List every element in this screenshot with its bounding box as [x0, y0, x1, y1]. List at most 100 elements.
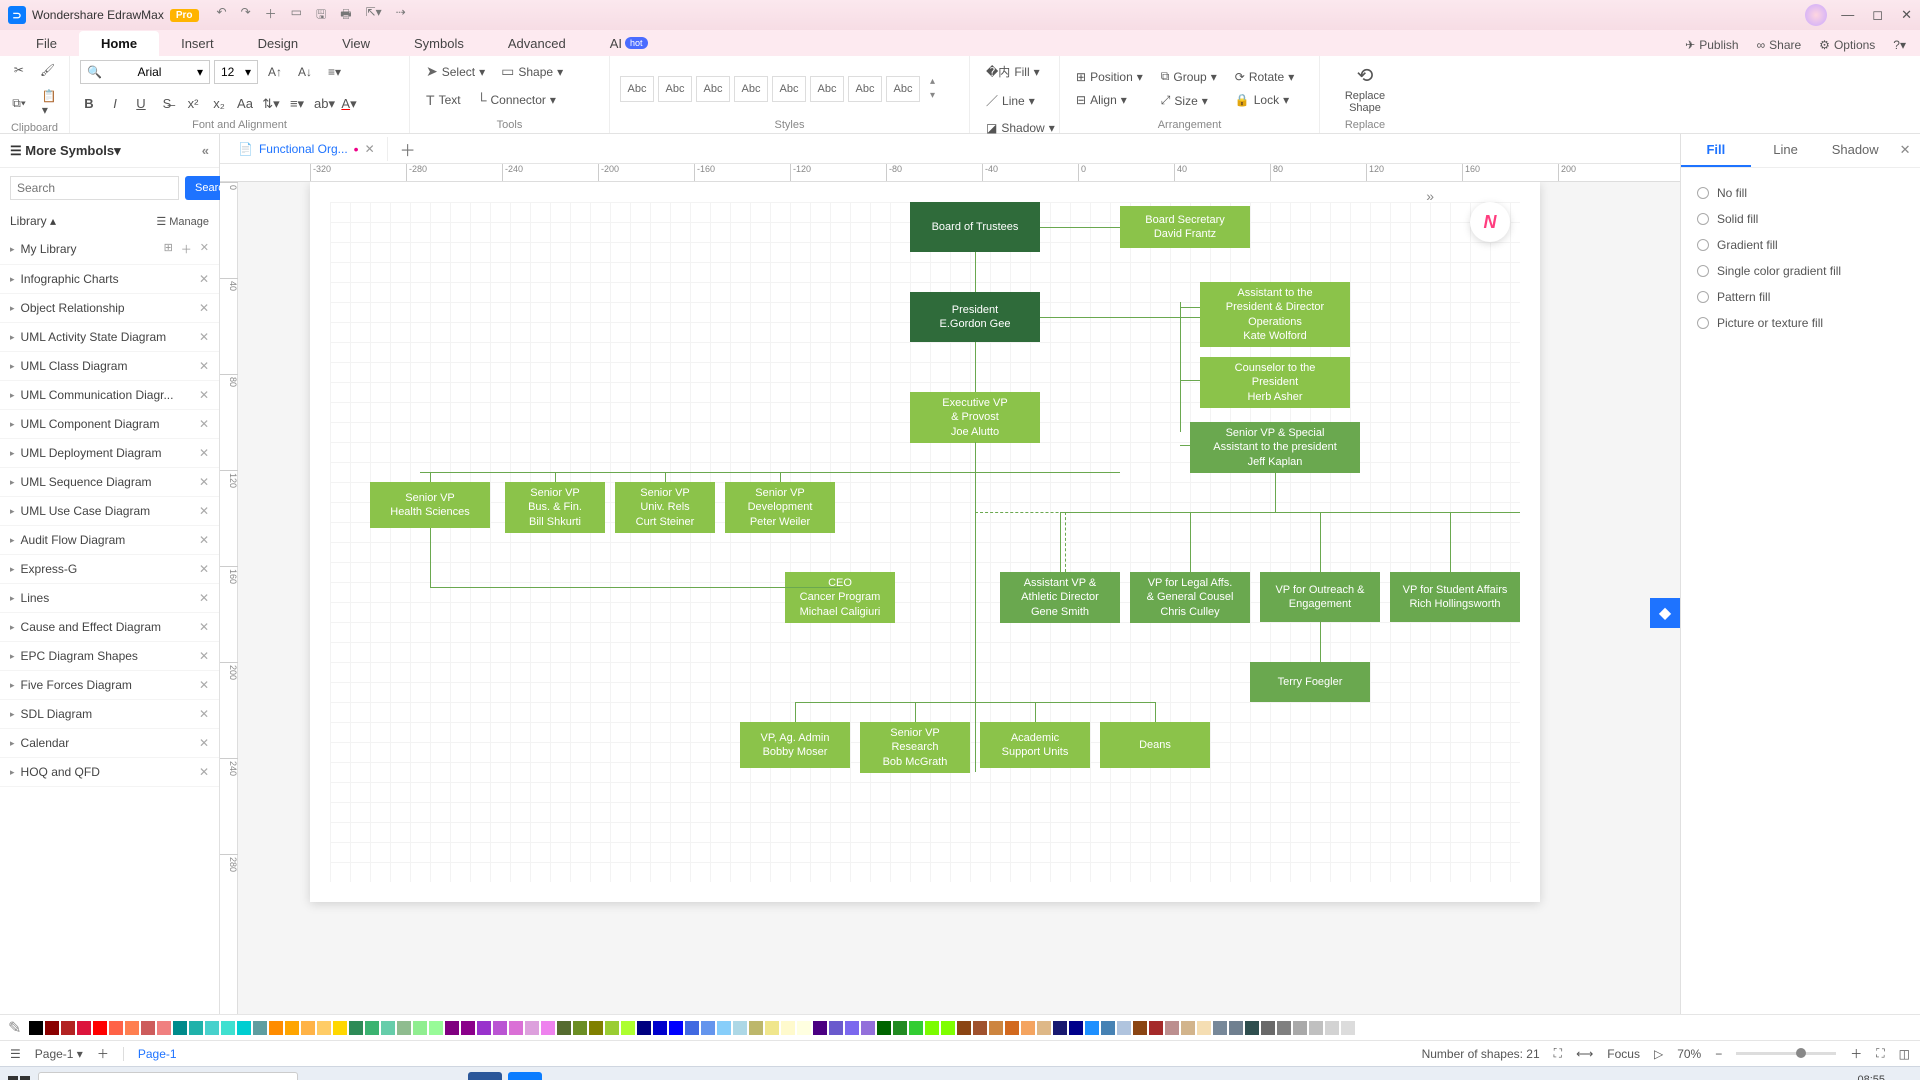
open-icon[interactable]: ▭ [291, 5, 302, 26]
shape-tool[interactable]: ▭Shape▾ [495, 60, 569, 83]
color-swatch[interactable] [957, 1021, 971, 1035]
remove-category-icon[interactable]: ✕ [199, 620, 209, 634]
taskbar-app-edge[interactable]: ◉ [388, 1072, 422, 1080]
sidebar-category-item[interactable]: ▸UML Class Diagram✕ [0, 352, 219, 381]
org-node-vplaw[interactable]: VP for Legal Affs.& General CouselChris … [1130, 572, 1250, 623]
org-node-avpad[interactable]: Assistant VP &Athletic DirectorGene Smit… [1000, 572, 1120, 623]
rp-tab-line[interactable]: Line [1751, 134, 1821, 167]
menu-ai[interactable]: AIhot [588, 31, 670, 56]
color-swatch[interactable] [413, 1021, 427, 1035]
taskbar-app-word[interactable]: W [468, 1072, 502, 1080]
line-menu[interactable]: ／ Line▾ [980, 89, 1041, 112]
superscript-icon[interactable]: x² [184, 96, 202, 112]
remove-category-icon[interactable]: ✕ [199, 272, 209, 286]
color-swatch[interactable] [29, 1021, 43, 1035]
copy-icon[interactable]: ⧉▾ [6, 93, 32, 114]
focus-button[interactable]: Focus [1607, 1047, 1640, 1061]
collapse-sidebar-icon[interactable]: « [202, 143, 209, 158]
lib-add-icon[interactable]: ⊞ [164, 241, 173, 257]
color-swatch[interactable] [429, 1021, 443, 1035]
remove-category-icon[interactable]: ✕ [199, 765, 209, 779]
fill-option[interactable]: Picture or texture fill [1697, 310, 1904, 336]
color-swatch[interactable] [1309, 1021, 1323, 1035]
remove-category-icon[interactable]: ✕ [199, 533, 209, 547]
publish-button[interactable]: ✈ Publish [1685, 38, 1738, 52]
sidebar-category-item[interactable]: ▸Five Forces Diagram✕ [0, 671, 219, 700]
cut-icon[interactable]: ✂ [8, 60, 30, 80]
color-swatch[interactable] [1117, 1021, 1131, 1035]
italic-icon[interactable]: I [106, 96, 124, 112]
color-swatch[interactable] [701, 1021, 715, 1035]
text-tool[interactable]: TText [420, 89, 467, 111]
color-swatch[interactable] [1037, 1021, 1051, 1035]
color-swatch[interactable] [477, 1021, 491, 1035]
decrease-font-icon[interactable]: A↓ [292, 62, 318, 82]
format-pane-toggle-icon[interactable]: ◆ [1650, 598, 1680, 628]
color-swatch[interactable] [1069, 1021, 1083, 1035]
close-icon[interactable]: ✕ [1901, 7, 1912, 23]
workspace[interactable]: 04080120160200240280 Board of TrusteesBo… [220, 182, 1680, 1014]
color-swatch[interactable] [877, 1021, 891, 1035]
print-icon[interactable]: 🖶 [340, 5, 351, 26]
sidebar-category-item[interactable]: ▸SDL Diagram✕ [0, 700, 219, 729]
color-swatch[interactable] [909, 1021, 923, 1035]
paste-icon[interactable]: 📋▾ [36, 86, 63, 120]
org-node-svpur[interactable]: Senior VPUniv. RelsCurt Steiner [615, 482, 715, 533]
color-swatch[interactable] [653, 1021, 667, 1035]
bullets-icon[interactable]: ≡▾ [288, 96, 306, 112]
org-node-svpspec[interactable]: Senior VP & SpecialAssistant to the pres… [1190, 422, 1360, 473]
add-page-icon[interactable]: ＋ [97, 1045, 109, 1062]
fit-width-icon[interactable]: ⟷ [1576, 1047, 1593, 1061]
sidebar-category-item[interactable]: ▸Express-G✕ [0, 555, 219, 584]
color-bar[interactable]: ✎ [0, 1014, 1920, 1040]
color-swatch[interactable] [1021, 1021, 1035, 1035]
fill-option[interactable]: Single color gradient fill [1697, 258, 1904, 284]
org-node-asst[interactable]: Assistant to thePresident & DirectorOper… [1200, 282, 1350, 347]
ai-assistant-icon[interactable]: N [1470, 202, 1510, 242]
close-tab-icon[interactable]: ✕ [365, 142, 375, 156]
color-swatch[interactable] [1261, 1021, 1275, 1035]
taskbar-app-1[interactable]: 🦊 [308, 1072, 342, 1080]
color-swatch[interactable] [125, 1021, 139, 1035]
color-swatch[interactable] [381, 1021, 395, 1035]
sidebar-category-item[interactable]: ▸UML Deployment Diagram✕ [0, 439, 219, 468]
menu-design[interactable]: Design [236, 31, 320, 56]
redo-icon[interactable]: ↷ [241, 5, 251, 26]
color-swatch[interactable] [445, 1021, 459, 1035]
color-swatch[interactable] [557, 1021, 571, 1035]
new-icon[interactable]: ＋ [265, 5, 277, 26]
sidebar-category-item[interactable]: ▸EPC Diagram Shapes✕ [0, 642, 219, 671]
remove-category-icon[interactable]: ✕ [199, 736, 209, 750]
color-swatch[interactable] [285, 1021, 299, 1035]
color-swatch[interactable] [493, 1021, 507, 1035]
org-node-pres[interactable]: PresidentE.Gordon Gee [910, 292, 1040, 342]
taskbar-search[interactable]: 🔍 Type here to search [38, 1072, 298, 1080]
library-label[interactable]: Library ▴ [10, 214, 56, 228]
sidebar-category-item[interactable]: ▸Object Relationship✕ [0, 294, 219, 323]
start-button[interactable] [8, 1076, 30, 1080]
color-swatch[interactable] [829, 1021, 843, 1035]
org-node-deans[interactable]: Deans [1100, 722, 1210, 768]
remove-category-icon[interactable]: ✕ [199, 475, 209, 489]
color-swatch[interactable] [1229, 1021, 1243, 1035]
options-button[interactable]: ⚙ Options [1819, 38, 1875, 52]
page[interactable]: Board of TrusteesBoard SecretaryDavid Fr… [310, 182, 1540, 902]
page-list-icon[interactable]: ☰ [10, 1047, 21, 1061]
color-swatch[interactable] [1197, 1021, 1211, 1035]
taskbar-app-explorer[interactable]: 📁 [428, 1072, 462, 1080]
size-menu[interactable]: ⤢ Size▾ [1155, 90, 1214, 111]
fill-option[interactable]: Gradient fill [1697, 232, 1904, 258]
color-swatch[interactable] [685, 1021, 699, 1035]
color-swatch[interactable] [637, 1021, 651, 1035]
fill-menu[interactable]: �内 Fill▾ [980, 60, 1046, 83]
color-swatch[interactable] [1325, 1021, 1339, 1035]
help-icon[interactable]: ?▾ [1893, 38, 1906, 52]
color-swatch[interactable] [925, 1021, 939, 1035]
color-swatch[interactable] [1149, 1021, 1163, 1035]
menu-file[interactable]: File [14, 31, 79, 56]
org-node-vpout[interactable]: VP for Outreach &Engagement [1260, 572, 1380, 622]
minimize-icon[interactable]: — [1841, 7, 1854, 23]
color-swatch[interactable] [733, 1021, 747, 1035]
menu-insert[interactable]: Insert [159, 31, 236, 56]
panels-icon[interactable]: ◫ [1899, 1047, 1910, 1061]
